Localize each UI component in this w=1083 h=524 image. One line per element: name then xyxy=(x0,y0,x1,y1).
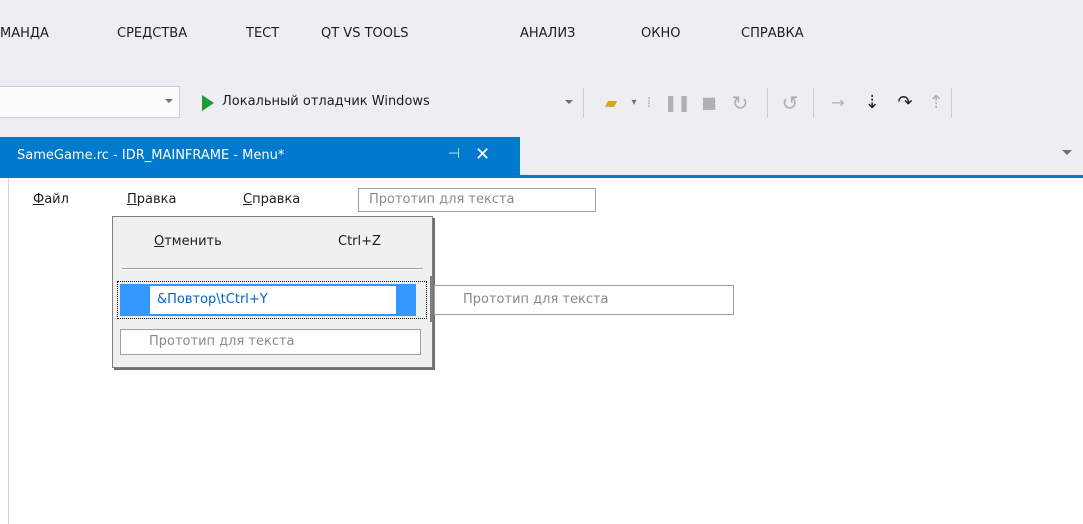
main-menu-bar: МАНДА СРЕДСТВА ТЕСТ QT VS TOOLS АНАЛИЗ О… xyxy=(0,0,1083,41)
menu-label: тменить xyxy=(164,234,222,249)
canvas-border xyxy=(8,178,9,524)
close-icon[interactable]: ✕ xyxy=(475,144,490,165)
menu-qt-vs-tools[interactable]: QT VS TOOLS xyxy=(321,24,408,44)
arrow-right-icon[interactable]: → xyxy=(826,92,850,114)
menu-window[interactable]: ОКНО xyxy=(641,24,680,44)
undo-shortcut: Ctrl+Z xyxy=(338,234,381,249)
redo-edit-text[interactable]: &Повтор\tCtrl+Y xyxy=(157,290,268,310)
toolbar-separator xyxy=(767,88,768,118)
hotkey-letter: Ф xyxy=(33,192,45,207)
chevron-down-icon[interactable] xyxy=(1062,150,1072,155)
menu-test[interactable]: ТЕСТ xyxy=(246,24,279,44)
hotkey-letter: П xyxy=(127,192,137,207)
overflow-icon[interactable]: ▾ xyxy=(628,92,640,114)
menu-help[interactable]: СПРАВКА xyxy=(741,24,804,44)
menu-analyze[interactable]: АНАЛИЗ xyxy=(520,24,575,44)
hotkey-letter: О xyxy=(154,234,165,249)
debugger-select[interactable]: Локальный отладчик Windows xyxy=(222,92,430,112)
new-item-placeholder[interactable]: Прототип для текста xyxy=(120,329,421,355)
toolbar-separator xyxy=(951,88,952,118)
show-next-statement-icon[interactable]: ↺ xyxy=(778,92,802,114)
folder-icon[interactable]: ▰ xyxy=(598,92,624,114)
menu-tools[interactable]: СРЕДСТВА xyxy=(117,24,187,44)
restart-icon[interactable]: ↻ xyxy=(728,92,752,114)
document-tab[interactable]: SameGame.rc - IDR_MAINFRAME - Menu* ⊣ ✕ xyxy=(0,137,520,175)
resource-menu-file[interactable]: Файл xyxy=(33,188,69,212)
resource-menu-help[interactable]: Справка xyxy=(243,188,300,212)
step-into-icon[interactable]: ⇣ xyxy=(860,92,884,114)
play-icon[interactable] xyxy=(202,95,214,111)
submenu-placeholder[interactable]: Прототип для текста xyxy=(434,285,734,315)
new-menu-placeholder[interactable]: Прототип для текста xyxy=(358,188,596,212)
hotkey-letter: С xyxy=(243,192,253,207)
dropdown-item-undo[interactable]: Отменить xyxy=(154,232,222,252)
menu-label: равка xyxy=(136,192,177,207)
submenu-border xyxy=(430,276,432,322)
toolbar-separator xyxy=(583,88,584,118)
step-out-icon[interactable]: ⇡ xyxy=(924,92,948,114)
menu-label: айл xyxy=(44,192,69,207)
stop-icon[interactable]: ■ xyxy=(699,92,719,114)
step-over-icon[interactable]: ↷ xyxy=(890,92,920,114)
menu-team[interactable]: МАНДА xyxy=(0,24,49,44)
tab-title: SameGame.rc - IDR_MAINFRAME - Menu* xyxy=(17,148,285,163)
toolbar-separator xyxy=(813,88,814,118)
menu-separator xyxy=(122,268,423,270)
pause-icon[interactable]: ❚❚ xyxy=(664,92,691,114)
config-combo[interactable] xyxy=(0,86,180,118)
chevron-down-icon[interactable] xyxy=(565,100,573,104)
resource-menu-edit[interactable]: Правка xyxy=(127,188,176,212)
menu-label: правка xyxy=(252,192,301,207)
pin-icon[interactable]: ⊣ xyxy=(448,146,460,162)
grip-icon: ⁞ xyxy=(646,95,652,111)
chevron-down-icon[interactable] xyxy=(165,99,173,103)
